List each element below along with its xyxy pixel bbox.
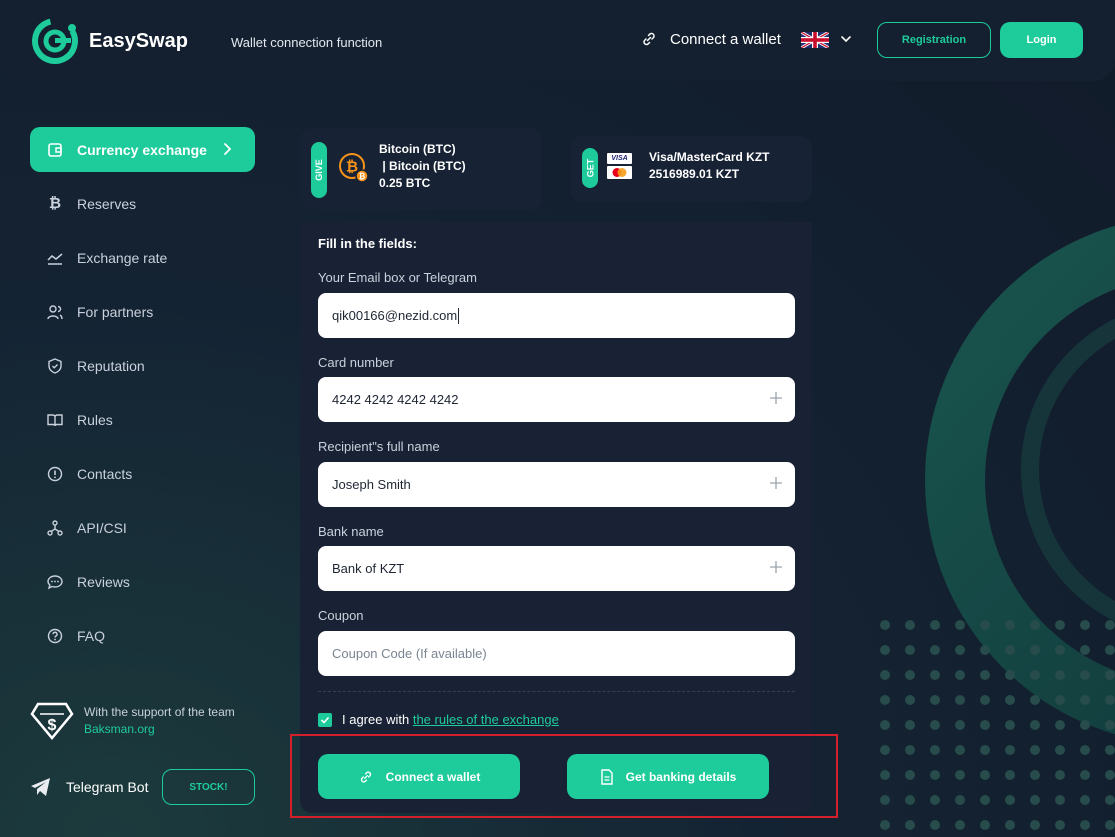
baksman-link[interactable]: Baksman.org: [84, 721, 235, 738]
support-block: $ With the support of the team Baksman.o…: [30, 702, 260, 742]
recipient-name-label: Recipient"s full name: [318, 439, 440, 454]
sidebar-item-label: API/CSI: [77, 519, 127, 536]
easyswap-logo-icon[interactable]: [30, 16, 80, 66]
sidebar-item-for-partners[interactable]: For partners: [30, 289, 255, 334]
give-currency-subname: | Bitcoin (BTC): [379, 159, 466, 173]
chat-icon: [47, 574, 63, 590]
sidebar-item-reserves[interactable]: ₿ Reserves: [30, 181, 255, 226]
brand-name[interactable]: EasySwap: [89, 30, 188, 53]
sidebar-item-label: FAQ: [77, 627, 106, 644]
give-amount: 0.25 BTC: [379, 176, 431, 190]
bank-name-label: Bank name: [318, 524, 384, 539]
sidebar-item-label: Reviews: [77, 573, 130, 590]
bitcoin-icon: ₿: [48, 195, 62, 212]
sidebar-item-reputation[interactable]: Reputation: [30, 343, 255, 388]
visa-mastercard-icon: VISA: [607, 153, 632, 179]
sidebar-item-faq[interactable]: FAQ: [30, 613, 255, 658]
plus-icon[interactable]: [769, 560, 783, 574]
sidebar-item-label: Reserves: [77, 195, 137, 212]
sidebar-item-exchange-rate[interactable]: Exchange rate: [30, 235, 255, 280]
check-icon: [320, 716, 330, 724]
shield-icon: [47, 357, 63, 374]
rules-link[interactable]: the rules of the exchange: [413, 712, 559, 727]
agree-checkbox[interactable]: [318, 712, 332, 727]
get-card[interactable]: GET VISA Visa/MasterCard KZT 2516989.01 …: [570, 136, 812, 202]
bank-name-field[interactable]: Bank of KZT: [318, 546, 795, 591]
telegram-bot-link[interactable]: Telegram Bot: [30, 777, 148, 797]
book-icon: [47, 412, 63, 428]
baksman-logo-icon: $: [30, 702, 74, 740]
get-currency-name: Visa/MasterCard KZT: [649, 150, 770, 164]
sidebar-item-currency-exchange[interactable]: Currency exchange: [30, 127, 255, 172]
sidebar-item-label: Currency exchange: [77, 141, 207, 158]
svg-text:$: $: [48, 717, 57, 734]
header-tagline: Wallet connection function: [231, 35, 383, 50]
telegram-label: Telegram Bot: [66, 779, 149, 795]
card-number-label: Card number: [318, 355, 394, 370]
exchange-icon: [47, 142, 63, 158]
get-amount: 2516989.01 KZT: [649, 167, 740, 181]
chart-icon: [47, 250, 63, 266]
coupon-input[interactable]: Coupon Code (If available): [318, 631, 795, 676]
sidebar-item-contacts[interactable]: Contacts: [30, 451, 255, 496]
stock-button[interactable]: STOCK!: [162, 769, 255, 805]
banking-button-label: Get banking details: [625, 769, 737, 784]
connect-wallet-button[interactable]: Connect a wallet: [318, 754, 520, 799]
chevron-right-icon: [224, 143, 232, 155]
give-currency-name: Bitcoin (BTC): [379, 142, 456, 156]
document-icon: [600, 768, 613, 785]
api-icon: [47, 519, 63, 536]
sidebar-item-label: For partners: [77, 303, 154, 320]
exchange-form: Fill in the fields: Your Email box or Te…: [300, 222, 812, 813]
plus-icon[interactable]: [769, 476, 783, 490]
link-icon: [643, 32, 655, 46]
chevron-down-icon[interactable]: [840, 33, 852, 45]
sidebar-item-label: Exchange rate: [77, 249, 168, 266]
get-tag: GET: [582, 148, 598, 188]
header-connect-wallet-link[interactable]: Connect a wallet: [640, 30, 781, 48]
coupon-placeholder: Coupon Code (If available): [332, 646, 487, 661]
email-field[interactable]: qik00166@nezid.com: [318, 293, 795, 338]
info-icon: [47, 466, 63, 482]
login-button[interactable]: Login: [1000, 22, 1083, 58]
email-value: qik00166@nezid.com: [332, 308, 458, 323]
form-divider: [318, 691, 795, 692]
link-icon: [360, 770, 371, 783]
recipient-name-value: Joseph Smith: [332, 477, 411, 492]
connect-wallet-button-label: Connect a wallet: [385, 769, 481, 784]
connect-wallet-label: Connect a wallet: [670, 30, 781, 48]
agree-row: I agree with the rules of the exchange: [318, 712, 559, 727]
header: EasySwap Wallet connection function Conn…: [0, 0, 1115, 81]
give-tag: GIVE: [311, 142, 327, 198]
card-number-field[interactable]: 4242 4242 4242 4242: [318, 377, 795, 422]
coupon-label: Coupon: [318, 608, 364, 623]
svg-text:₿: ₿: [359, 172, 366, 181]
agree-text: I agree with: [342, 712, 410, 727]
give-card[interactable]: GIVE ₿ ₿ Bitcoin (BTC) | Bitcoin (BTC) 0…: [300, 128, 542, 210]
form-title: Fill in the fields:: [318, 236, 417, 251]
recipient-name-field[interactable]: Joseph Smith: [318, 462, 795, 507]
uk-flag-icon[interactable]: [801, 32, 829, 48]
support-text: With the support of the team: [84, 705, 235, 719]
plus-icon[interactable]: [769, 391, 783, 405]
bitcoin-coin-icon: ₿ ₿: [339, 153, 369, 183]
telegram-icon: [31, 778, 50, 796]
question-icon: [47, 628, 63, 644]
sidebar-item-label: Contacts: [77, 465, 133, 482]
get-banking-details-button[interactable]: Get banking details: [567, 754, 769, 799]
sidebar-item-label: Rules: [77, 411, 113, 428]
text-caret: [458, 307, 460, 324]
users-icon: [47, 304, 63, 320]
card-number-value: 4242 4242 4242 4242: [332, 392, 459, 407]
sidebar-item-label: Reputation: [77, 357, 145, 374]
bank-name-value: Bank of KZT: [332, 561, 405, 576]
sidebar-item-api-csi[interactable]: API/CSI: [30, 505, 255, 550]
email-label: Your Email box or Telegram: [318, 270, 477, 285]
sidebar-item-reviews[interactable]: Reviews: [30, 559, 255, 604]
registration-button[interactable]: Registration: [877, 22, 991, 58]
sidebar-item-rules[interactable]: Rules: [30, 397, 255, 442]
